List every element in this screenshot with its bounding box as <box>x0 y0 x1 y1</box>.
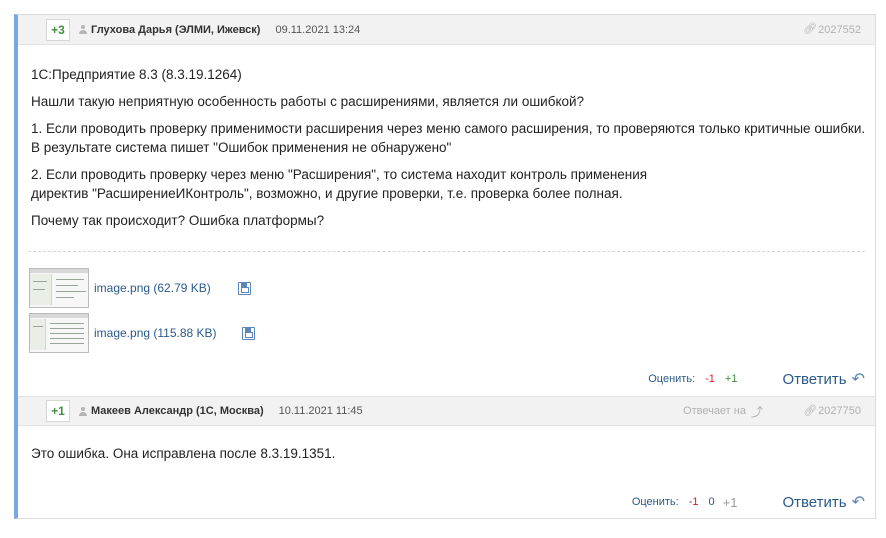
post-score: +1 <box>46 400 70 422</box>
post-paragraph: 1. Если проводить проверку применимости … <box>31 121 866 155</box>
attachment-thumbnail[interactable] <box>29 268 89 308</box>
attachment-name: image.png <box>94 326 151 340</box>
post-date: 10.11.2021 11:45 <box>278 405 363 417</box>
rate-minus-button[interactable]: -1 <box>705 373 715 385</box>
post-body: Это ошибка. Она исправлена после 8.3.19.… <box>31 444 871 471</box>
post-paragraph: 1С:Предприятие 8.3 (8.3.19.1264) <box>31 67 242 82</box>
save-icon[interactable] <box>237 281 251 295</box>
user-icon <box>79 406 87 416</box>
reply-button[interactable]: Ответить ↶ <box>782 492 865 512</box>
attachment-name: image.png <box>94 281 151 295</box>
post-id: 2027552 <box>818 23 861 36</box>
attachment-thumbnail[interactable] <box>29 313 89 353</box>
attachment-size: (62.79 KB) <box>153 281 211 295</box>
reply-label: Ответить <box>782 493 847 511</box>
rate-label: Оценить: <box>648 373 696 385</box>
reply-arrow-icon: ↶ <box>851 371 865 388</box>
reply-to-label: Отвечает на <box>683 405 746 417</box>
attachments-divider <box>28 251 865 252</box>
attachment-item: image.png (62.79 KB) <box>29 268 251 308</box>
rate-minus-button[interactable]: -1 <box>689 496 699 508</box>
rate-plus-button[interactable]: +1 <box>723 495 738 510</box>
attachment-item: image.png (115.88 KB) <box>29 313 255 353</box>
rate-plus-button[interactable]: +1 <box>725 373 738 385</box>
post-score: +3 <box>46 18 70 41</box>
attachment-size: (115.88 KB) <box>153 326 217 340</box>
post-footer: Оценить: -1 0 +1 Ответить ↶ <box>632 492 865 512</box>
reply-label: Ответить <box>782 370 847 388</box>
attachment-link[interactable]: image.png (62.79 KB) <box>94 281 211 295</box>
paperclip-icon: 🔗︎ <box>803 23 818 35</box>
rate-count: 0 <box>708 496 715 508</box>
user-icon <box>79 25 87 34</box>
reply-arrow-icon: ↶ <box>851 494 865 511</box>
post-header: +1 Макеев Александр (1С, Москва) 10.11.2… <box>18 396 875 426</box>
post-paragraph: 2. Если проводить проверку через меню "Р… <box>31 167 648 201</box>
post-paragraph: Почему так происходит? Ошибка платформы? <box>31 213 325 228</box>
post-author[interactable]: Макеев Александр (1С, Москва) <box>91 405 264 417</box>
post-permalink[interactable]: 🔗︎ 2027552 <box>803 24 861 36</box>
up-arrow-icon: ⤴ <box>750 404 763 419</box>
attachment-link[interactable]: image.png (115.88 KB) <box>94 326 217 340</box>
post-header: +3 Глухова Дарья (ЭЛМИ, Ижевск) 09.11.20… <box>18 15 875 45</box>
post-paragraph: Нашли такую неприятную особенность работ… <box>31 94 585 109</box>
post-id: 2027750 <box>818 405 861 417</box>
rate-label: Оценить: <box>631 496 679 508</box>
reply-button[interactable]: Ответить ↶ <box>782 369 865 389</box>
post-footer: Оценить: -1 +1 Ответить ↶ <box>648 369 865 389</box>
post-body: 1С:Предприятие 8.3 (8.3.19.1264) Нашли т… <box>31 65 871 238</box>
post-date: 09.11.2021 13:24 <box>275 23 361 36</box>
post-paragraph: Это ошибка. Она исправлена после 8.3.19.… <box>31 446 336 461</box>
reply-to-link[interactable]: Отвечает на ⤴ <box>683 403 763 420</box>
post-permalink[interactable]: 🔗︎ 2027750 <box>803 405 861 417</box>
post-author[interactable]: Глухова Дарья (ЭЛМИ, Ижевск) <box>91 24 260 36</box>
save-icon[interactable] <box>241 326 255 340</box>
comment-thread: +3 Глухова Дарья (ЭЛМИ, Ижевск) 09.11.20… <box>14 14 876 519</box>
paperclip-icon: 🔗︎ <box>803 404 818 417</box>
